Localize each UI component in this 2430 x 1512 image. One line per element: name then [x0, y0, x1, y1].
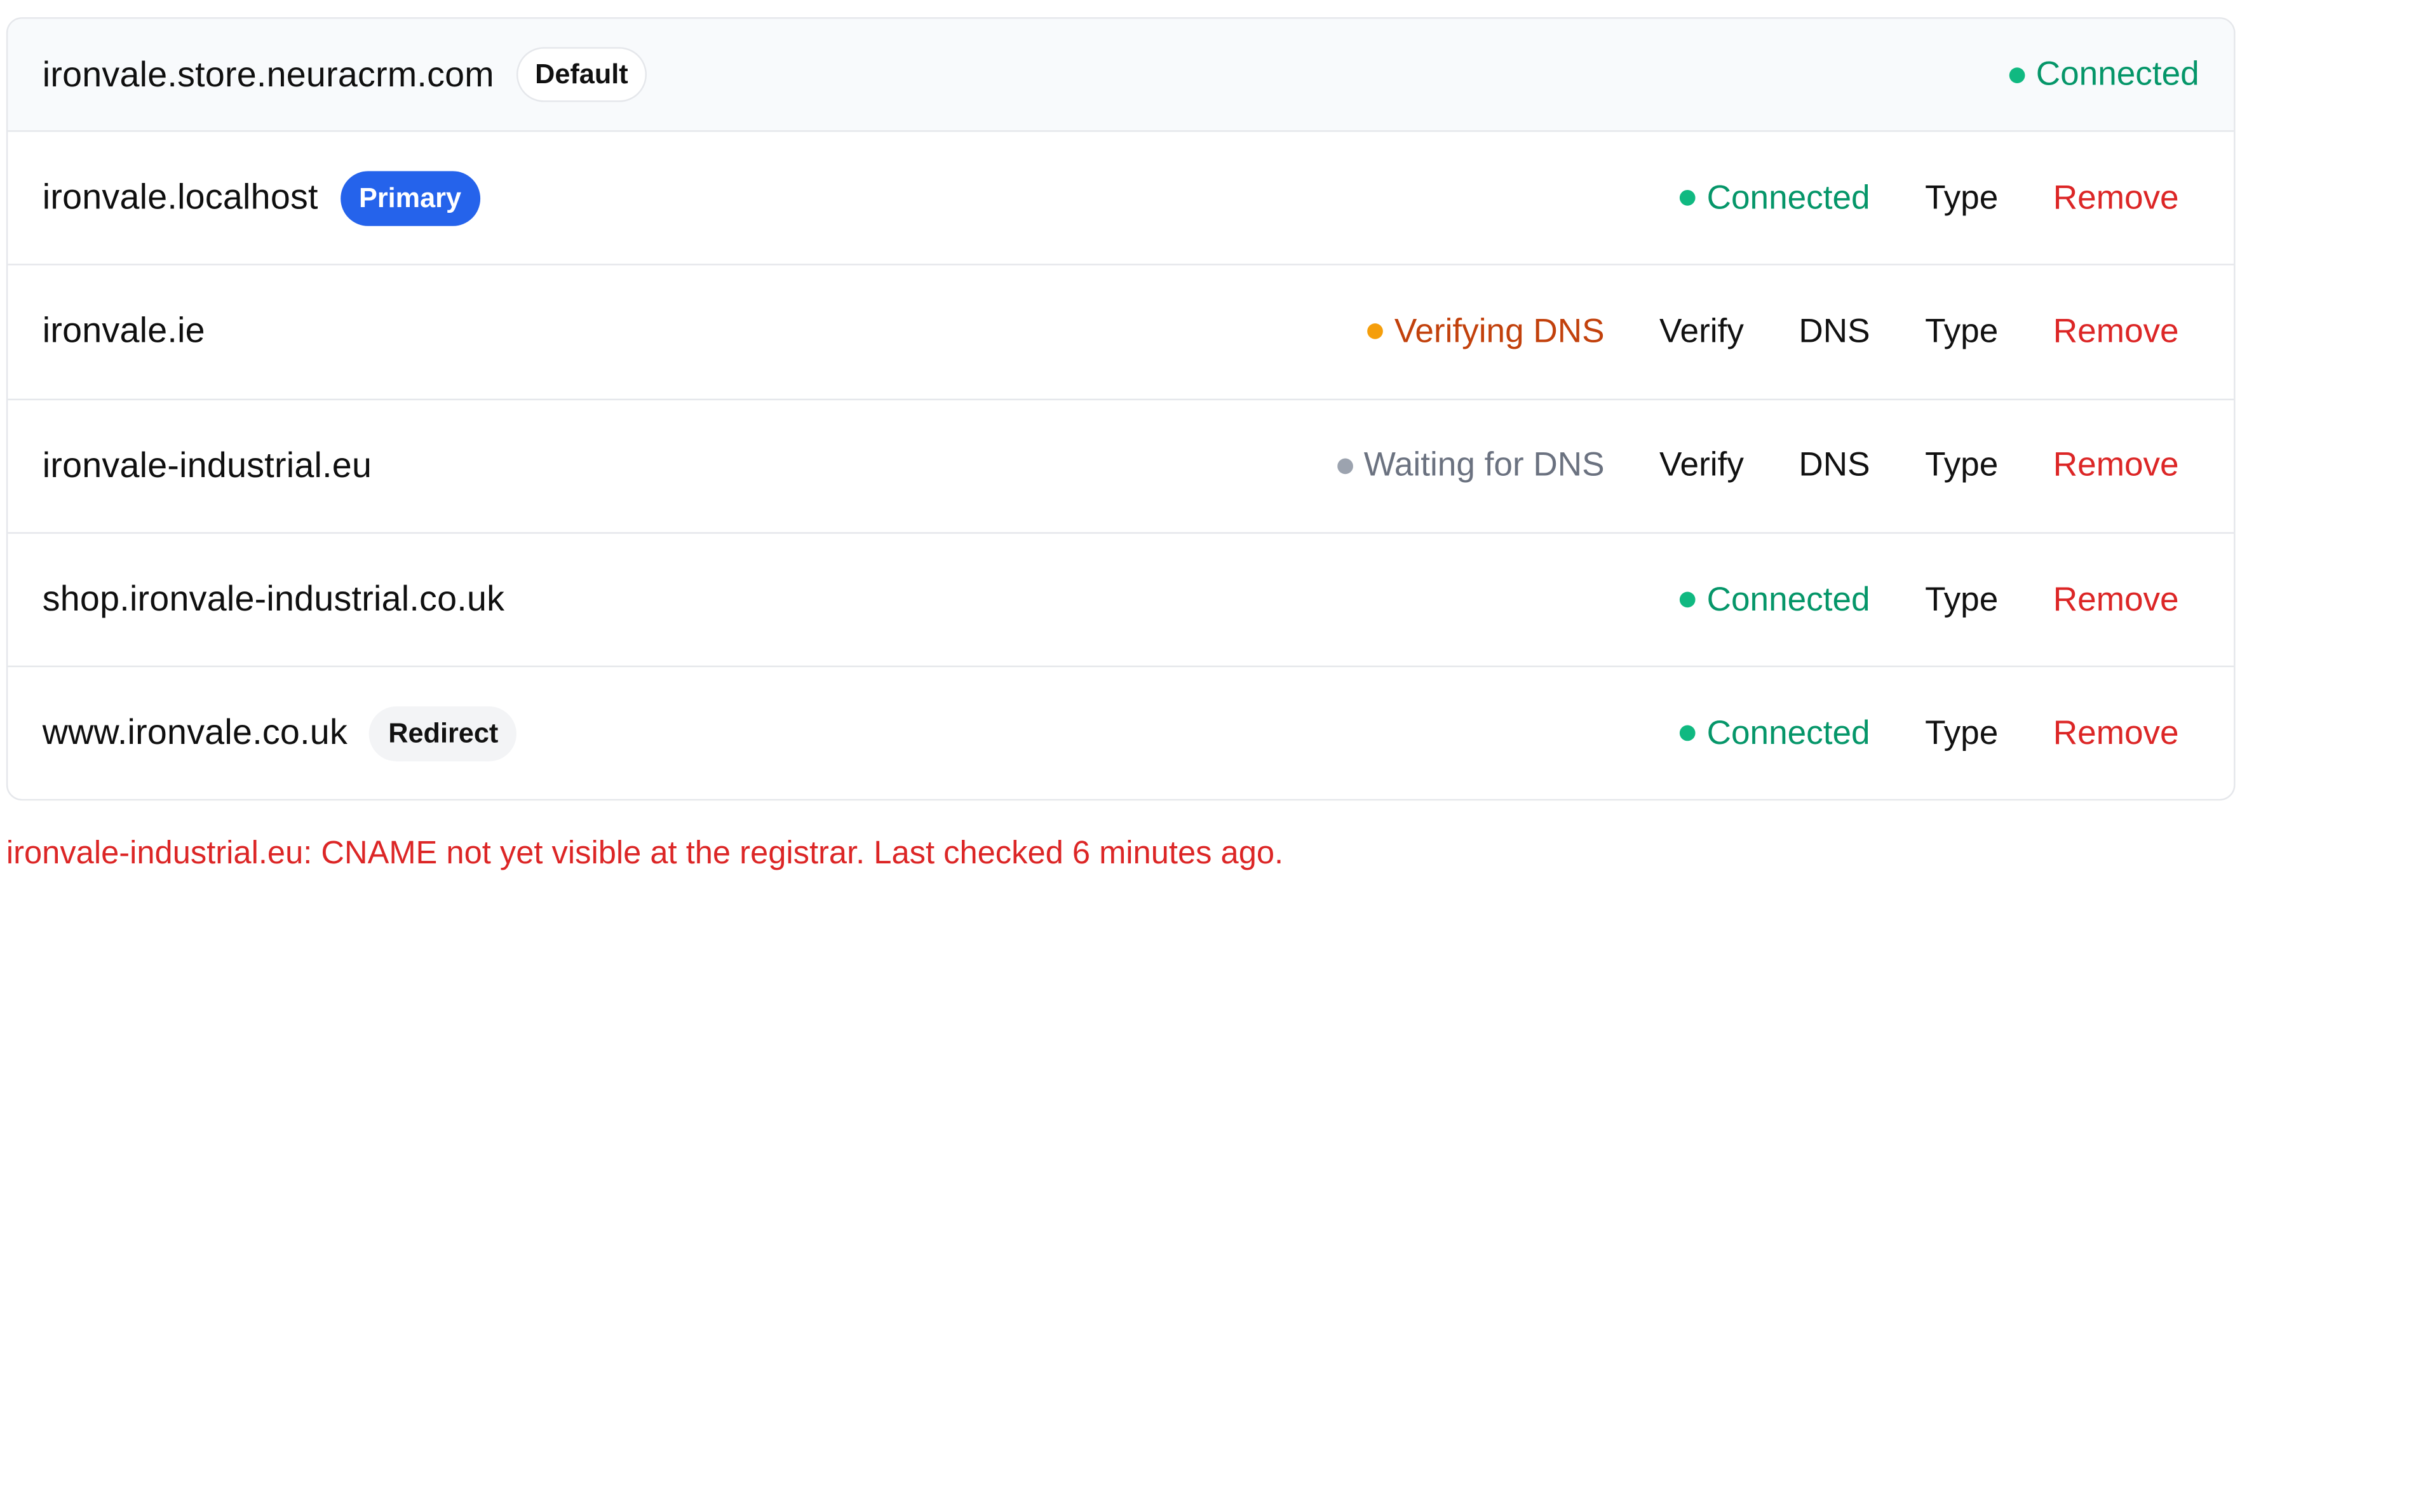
status-dot-icon: [1337, 457, 1353, 474]
dns-button[interactable]: DNS: [1799, 446, 1870, 485]
dns-error-message: ironvale-industrial.eu: CNAME not yet vi…: [6, 835, 1284, 872]
verify-button[interactable]: Verify: [1659, 446, 1744, 485]
status-label: Connected: [1706, 178, 1870, 217]
domain-name: ironvale.ie: [42, 311, 205, 351]
status-label: Connected: [1706, 714, 1870, 752]
primary-badge: Primary: [340, 170, 480, 226]
status-label: Connected: [2035, 55, 2199, 93]
domain-row: ironvale-industrial.eu Waiting for DNS V…: [8, 398, 2234, 532]
status-indicator: Connected: [1680, 580, 1870, 619]
remove-button[interactable]: Remove: [2053, 313, 2179, 352]
status-indicator: Waiting for DNS: [1337, 446, 1605, 485]
row-actions: Connected Type Remove: [1680, 714, 2179, 753]
domains-panel: ironvale.store.neuracrm.com Default Conn…: [0, 0, 2430, 1511]
status-indicator: Verifying DNS: [1367, 312, 1605, 352]
domain-name: shop.ironvale-industrial.co.uk: [42, 579, 505, 619]
row-actions: Verifying DNS Verify DNS Type Remove: [1367, 312, 2179, 352]
domain-row: ironvale.store.neuracrm.com Default Conn…: [8, 18, 2234, 131]
status-indicator: Connected: [1680, 714, 1870, 753]
remove-button[interactable]: Remove: [2053, 714, 2179, 753]
status-dot-icon: [1367, 324, 1384, 340]
row-actions: Connected Type Remove: [1680, 580, 2179, 619]
status-dot-icon: [1680, 591, 1696, 608]
dns-button[interactable]: DNS: [1799, 313, 1870, 352]
status-dot-icon: [1680, 190, 1696, 206]
default-badge: Default: [516, 47, 647, 102]
domain-row: www.ironvale.co.uk Redirect Connected Ty…: [8, 666, 2234, 799]
type-button[interactable]: Type: [1925, 179, 1998, 218]
type-button[interactable]: Type: [1925, 580, 1998, 619]
type-button[interactable]: Type: [1925, 714, 1998, 753]
status-indicator: Connected: [2009, 55, 2199, 94]
row-actions: Waiting for DNS Verify DNS Type Remove: [1337, 446, 2179, 485]
status-label: Waiting for DNS: [1363, 446, 1605, 484]
domains-list: ironvale.store.neuracrm.com Default Conn…: [6, 17, 2236, 801]
row-actions: Connected Type Remove: [1680, 179, 2179, 218]
remove-button[interactable]: Remove: [2053, 580, 2179, 619]
domain-row: ironvale.localhost Primary Connected Typ…: [8, 130, 2234, 264]
domain-name: ironvale.store.neuracrm.com: [42, 54, 494, 94]
remove-button[interactable]: Remove: [2053, 179, 2179, 218]
domain-row: ironvale.ie Verifying DNS Verify DNS Typ…: [8, 264, 2234, 398]
domain-name: www.ironvale.co.uk: [42, 713, 348, 753]
domain-name: ironvale-industrial.eu: [42, 445, 372, 485]
status-indicator: Connected: [1680, 179, 1870, 218]
status-label: Connected: [1706, 580, 1870, 618]
domain-row: shop.ironvale-industrial.co.uk Connected…: [8, 532, 2234, 666]
row-actions: Connected: [2009, 55, 2199, 94]
type-button[interactable]: Type: [1925, 313, 1998, 352]
status-dot-icon: [2009, 67, 2025, 83]
type-button[interactable]: Type: [1925, 446, 1998, 485]
remove-button[interactable]: Remove: [2053, 446, 2179, 485]
domain-name: ironvale.localhost: [42, 177, 318, 217]
verify-button[interactable]: Verify: [1659, 313, 1744, 352]
status-label: Verifying DNS: [1394, 312, 1605, 350]
status-dot-icon: [1680, 726, 1696, 742]
redirect-badge: Redirect: [369, 706, 517, 762]
